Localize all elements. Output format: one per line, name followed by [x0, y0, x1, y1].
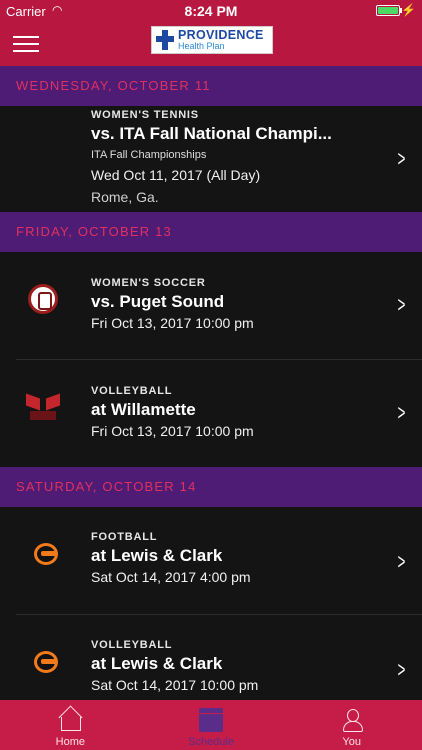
chevron-right-icon: > — [397, 400, 406, 425]
event-subtitle: ITA Fall Championships — [91, 149, 207, 161]
status-bar: Carrier ◠ 8:24 PM ⚡ — [0, 0, 422, 22]
battery-icon — [376, 5, 400, 16]
calendar-icon — [199, 708, 223, 732]
section-header-oct-13: FRIDAY, OCTOBER 13 — [0, 212, 422, 252]
cross-icon — [154, 28, 176, 52]
event-row[interactable]: WOMEN'S TENNIS vs. ITA Fall National Cha… — [0, 106, 422, 212]
event-datetime: Sat Oct 14, 2017 10:00 pm — [91, 677, 259, 693]
hamburger-menu-icon[interactable] — [13, 36, 39, 52]
tab-you[interactable]: You — [281, 700, 422, 750]
tab-label: Schedule — [188, 736, 234, 748]
event-opponent: at Willamette — [91, 400, 196, 419]
section-header-oct-14: SATURDAY, OCTOBER 14 — [0, 467, 422, 507]
event-opponent: vs. Puget Sound — [91, 292, 225, 311]
tab-label: You — [342, 736, 361, 748]
event-row[interactable]: VOLLEYBALL at Willamette Fri Oct 13, 201… — [0, 360, 422, 467]
event-opponent: vs. ITA Fall National Champi... — [91, 124, 332, 143]
event-sport: VOLLEYBALL — [91, 639, 173, 651]
chevron-right-icon: > — [397, 549, 406, 574]
clock: 8:24 PM — [184, 3, 238, 19]
team-logo-icon — [34, 543, 58, 565]
event-opponent: at Lewis & Clark — [91, 654, 223, 673]
chevron-right-icon: > — [397, 657, 406, 682]
user-icon — [340, 708, 364, 732]
tab-home[interactable]: Home — [0, 700, 141, 750]
event-row[interactable]: WOMEN'S SOCCER vs. Puget Sound Fri Oct 1… — [0, 252, 422, 360]
tab-bar: Home Schedule You — [0, 700, 422, 750]
event-sport: VOLLEYBALL — [91, 385, 173, 397]
chevron-right-icon: > — [397, 146, 406, 171]
tab-schedule[interactable]: Schedule — [141, 700, 282, 750]
event-sport: FOOTBALL — [91, 531, 158, 543]
sponsor-logo: PROVIDENCE Health Plan — [151, 26, 273, 54]
event-location: Rome, Ga. — [91, 189, 159, 205]
home-icon — [58, 708, 82, 732]
event-row[interactable]: VOLLEYBALL at Lewis & Clark Sat Oct 14, … — [0, 615, 422, 700]
event-datetime: Fri Oct 13, 2017 10:00 pm — [91, 423, 254, 439]
event-datetime: Fri Oct 13, 2017 10:00 pm — [91, 315, 254, 331]
event-sport: WOMEN'S TENNIS — [91, 109, 199, 121]
team-logo-icon — [28, 284, 58, 314]
app-header: Carrier ◠ 8:24 PM ⚡ PROVIDENCE Health Pl… — [0, 0, 422, 66]
charging-icon: ⚡ — [401, 3, 416, 17]
event-opponent: at Lewis & Clark — [91, 546, 223, 565]
sponsor-name: PROVIDENCE — [178, 27, 264, 42]
chevron-right-icon: > — [397, 292, 406, 317]
event-row[interactable]: FOOTBALL at Lewis & Clark Sat Oct 14, 20… — [0, 507, 422, 615]
team-logo-icon — [26, 393, 60, 420]
team-logo-icon — [34, 651, 58, 673]
event-datetime: Sat Oct 14, 2017 4:00 pm — [91, 569, 251, 585]
tab-label: Home — [55, 736, 85, 748]
event-sport: WOMEN'S SOCCER — [91, 277, 206, 289]
event-datetime: Wed Oct 11, 2017 (All Day) — [91, 167, 261, 183]
sponsor-subtitle: Health Plan — [178, 41, 225, 52]
section-header-oct-11: WEDNESDAY, OCTOBER 11 — [0, 66, 422, 106]
